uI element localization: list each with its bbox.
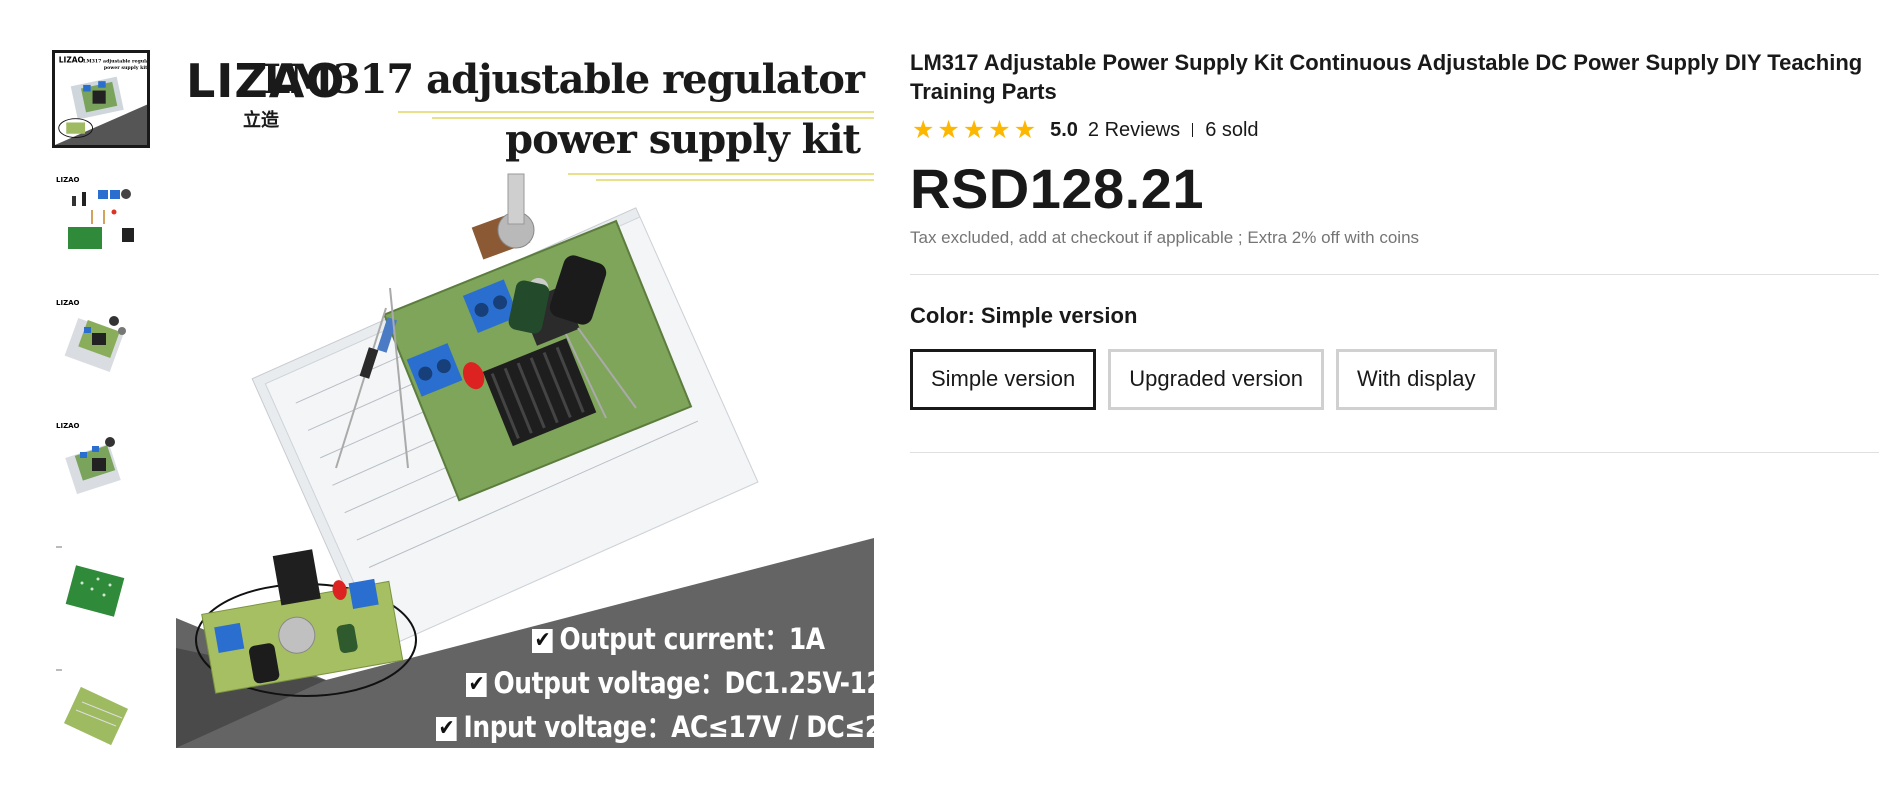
spec-text: Output current：1A <box>559 622 826 656</box>
divider <box>910 451 1879 453</box>
check-icon: ✔ <box>532 629 553 653</box>
check-icon: ✔ <box>436 717 457 741</box>
thumbnail-1[interactable]: LIZAO LM317 adjustable regulator power s… <box>52 50 150 148</box>
thumbnail-image: LIZAO LM317 adjustable regulator power s… <box>55 53 147 145</box>
rating-score: 5.0 <box>1050 118 1078 141</box>
thumbnail-2[interactable]: LIZAO <box>52 172 150 270</box>
svg-text:LIZAO: LIZAO <box>56 299 80 307</box>
price: RSD128.21 <box>910 157 1205 220</box>
color-label: Color: Simple version <box>910 302 1138 328</box>
image-headline-line1: LM317 adjustable regulator <box>262 56 865 103</box>
spec-text: Input voltage：AC≤17V / DC≤25V <box>463 710 874 744</box>
divider <box>910 273 1879 275</box>
star-icon: ★ <box>962 115 986 144</box>
thumbnail-image <box>52 541 150 639</box>
thumbnail-image <box>52 664 150 762</box>
svg-text:power supply kit: power supply kit <box>104 65 147 71</box>
svg-text:LIZAO: LIZAO <box>56 422 80 430</box>
star-icon: ★ <box>1013 115 1037 144</box>
spec-text: Output voltage：DC1.25V-12V <box>493 666 874 700</box>
thumbnail-image: LIZAO <box>52 418 150 516</box>
variant-option-upgraded[interactable]: Upgraded version <box>1108 348 1324 410</box>
separator <box>1192 123 1194 137</box>
spec-output-current: ✔ Output current：1A <box>532 616 825 658</box>
thumbnail-5[interactable] <box>52 541 150 639</box>
svg-text:LIZAO: LIZAO <box>56 176 80 184</box>
rating-stars[interactable]: ★ ★ ★ ★ ★ <box>912 115 1037 144</box>
variant-option-with-display[interactable]: With display <box>1335 348 1497 410</box>
thumb-brand-text: LIZAO <box>59 55 84 64</box>
thumbnail-image: LIZAO <box>52 295 150 393</box>
star-icon: ★ <box>937 115 960 144</box>
svg-text:LM317 adjustable regulator: LM317 adjustable regulator <box>83 58 147 64</box>
brand-subtitle: 立造 <box>243 110 279 130</box>
star-icon: ★ <box>988 115 1011 144</box>
thumbnail-6[interactable] <box>52 664 150 762</box>
thumbnail-image: LIZAO <box>52 172 150 270</box>
product-info: LM317 Adjustable Power Supply Kit Contin… <box>910 48 1879 453</box>
variant-options: Simple version Upgraded version With dis… <box>910 348 1879 410</box>
thumbnail-3[interactable]: LIZAO <box>52 295 150 393</box>
tax-note: Tax excluded, add at checkout if applica… <box>910 227 1420 247</box>
image-headline-line2: power supply kit <box>505 116 861 163</box>
check-icon: ✔ <box>466 673 487 697</box>
sold-count: 6 sold <box>1205 118 1259 141</box>
main-product-image[interactable]: LIZAO 立造 LM317 adjustable regulator powe… <box>176 48 874 748</box>
star-icon: ★ <box>912 115 935 144</box>
thumbnail-4[interactable]: LIZAO <box>52 418 150 516</box>
spec-output-voltage: ✔ Output voltage：DC1.25V-12V <box>466 660 874 702</box>
rating-row: ★ ★ ★ ★ ★ 5.0 2 Reviews 6 sold <box>910 116 1879 144</box>
reviews-link[interactable]: 2 Reviews <box>1088 119 1180 142</box>
product-title: LM317 Adjustable Power Supply Kit Contin… <box>910 50 1863 104</box>
variant-option-simple[interactable]: Simple version <box>910 348 1097 410</box>
spec-input-voltage: ✔ Input voltage：AC≤17V / DC≤25V <box>436 704 874 746</box>
